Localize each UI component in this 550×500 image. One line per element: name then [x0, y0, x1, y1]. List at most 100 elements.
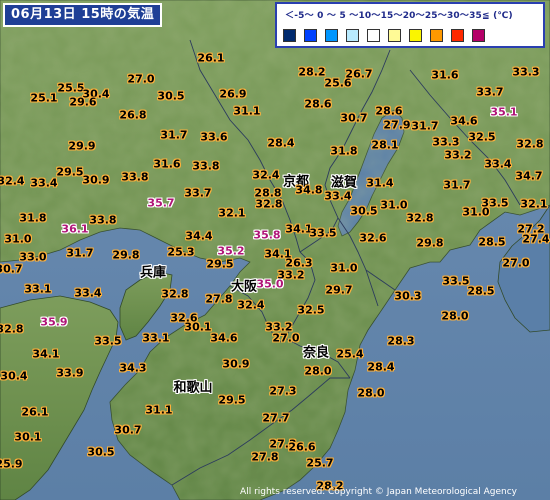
temp-station-25: 32.5 — [468, 130, 496, 144]
temp-station-10: 30.5 — [157, 89, 185, 103]
legend-swatch-row — [283, 29, 485, 42]
temp-station-119: 30.1 — [14, 430, 42, 444]
temp-station-58: 31.8 — [19, 211, 47, 225]
legend-swatch-30-to-35 — [451, 29, 464, 42]
temp-station-39: 32.4 — [252, 168, 280, 182]
temp-station-35: 33.4 — [484, 157, 512, 171]
temp-station-17: 28.6 — [375, 104, 403, 118]
temp-station-74: 29.8 — [112, 248, 140, 262]
temp-station-87: 30.3 — [394, 289, 422, 303]
temp-station-32: 33.2 — [444, 148, 472, 162]
temp-station-3: 31.6 — [431, 68, 459, 82]
legend-scale-text: ＜-5～ 0 ～ 5 ～10～15～20～25～30～35≦ (℃) — [285, 11, 513, 21]
temp-station-112: 28.4 — [367, 360, 395, 374]
temp-station-71: 31.7 — [66, 246, 94, 260]
temp-station-56: 32.8 — [406, 211, 434, 225]
temp-station-20: 27.9 — [383, 118, 411, 132]
temp-station-38: 33.8 — [121, 170, 149, 184]
temp-station-110: 30.9 — [222, 357, 250, 371]
temp-station-90: 27.8 — [205, 292, 233, 306]
temp-station-22: 34.6 — [450, 114, 478, 128]
temp-station-40: 34.7 — [515, 169, 543, 183]
temp-station-78: 30.7 — [0, 262, 23, 276]
temp-station-12: 25.6 — [324, 76, 352, 90]
temp-station-93: 35.9 — [40, 315, 68, 329]
temp-station-24: 33.6 — [200, 130, 228, 144]
temp-station-84: 33.1 — [24, 282, 52, 296]
prefecture-label-nara: 奈良 — [302, 345, 330, 361]
map-title: 06月13日 15時の気温 — [3, 3, 163, 27]
temp-station-92: 32.4 — [237, 298, 265, 312]
temp-station-4: 33.3 — [512, 65, 540, 79]
legend-swatch-20-to-25 — [409, 29, 422, 42]
temp-station-9: 29.6 — [69, 95, 97, 109]
temp-station-59: 33.8 — [89, 213, 117, 227]
temp-station-125: 30.5 — [87, 445, 115, 459]
temp-station-1: 27.0 — [127, 72, 155, 86]
temp-station-106: 25.4 — [336, 347, 364, 361]
temp-station-21: 31.7 — [411, 119, 439, 133]
temp-station-89: 33.4 — [74, 286, 102, 300]
temp-station-31: 31.8 — [330, 144, 358, 158]
temp-station-29: 33.3 — [432, 135, 460, 149]
temp-station-81: 27.0 — [502, 256, 530, 270]
prefecture-label-wakayama: 和歌山 — [173, 380, 213, 396]
temp-station-79: 29.5 — [206, 257, 234, 271]
temp-station-53: 32.1 — [218, 206, 246, 220]
temp-station-60: 35.8 — [253, 228, 281, 242]
temp-station-34: 33.8 — [192, 159, 220, 173]
temp-station-7: 28.2 — [298, 65, 326, 79]
prefecture-label-shiga: 滋賀 — [330, 175, 358, 191]
temperature-legend: ＜-5～ 0 ～ 5 ～10～15～20～25～30～35≦ (℃) — [275, 2, 545, 48]
copyright-notice: All rights reserved. Copyright © Japan M… — [240, 487, 517, 497]
temp-station-104: 34.1 — [32, 347, 60, 361]
legend-swatch-0-to-5 — [325, 29, 338, 42]
temp-station-70: 33.0 — [19, 250, 47, 264]
temp-station-57: 32.1 — [520, 197, 548, 211]
temp-station-69: 27.4 — [522, 232, 550, 246]
temp-station-23: 31.7 — [160, 128, 188, 142]
temp-station-98: 30.1 — [184, 320, 212, 334]
temp-station-11: 26.9 — [219, 87, 247, 101]
temp-station-19: 30.7 — [340, 111, 368, 125]
temp-station-61: 36.1 — [61, 222, 89, 236]
temp-station-103: 28.3 — [387, 334, 415, 348]
temp-station-96: 28.0 — [441, 309, 469, 323]
temp-station-66: 32.6 — [359, 231, 387, 245]
temp-station-6: 25.5 — [57, 81, 85, 95]
temp-station-30: 32.8 — [516, 137, 544, 151]
temp-station-105: 33.5 — [94, 334, 122, 348]
legend-swatch-5-to-10 — [346, 29, 359, 42]
temp-station-44: 33.7 — [184, 186, 212, 200]
temp-station-111: 28.0 — [304, 364, 332, 378]
legend-swatch-35-and-above — [472, 29, 485, 42]
temp-station-116: 27.3 — [269, 384, 297, 398]
temp-station-46: 34.8 — [295, 183, 323, 197]
temp-station-124: 25.7 — [306, 456, 334, 470]
temp-station-18: 35.1 — [490, 105, 518, 119]
temp-station-126: 27.8 — [251, 450, 279, 464]
temp-station-123: 26.6 — [288, 440, 316, 454]
prefecture-label-hyogo: 兵庫 — [139, 265, 167, 281]
temp-station-65: 31.0 — [4, 232, 32, 246]
awaji-island — [119, 271, 173, 341]
temp-station-86: 35.0 — [256, 277, 284, 291]
temp-station-37: 30.9 — [82, 173, 110, 187]
temp-station-49: 33.4 — [324, 189, 352, 203]
temp-station-54: 32.8 — [255, 197, 283, 211]
temp-station-91: 29.7 — [325, 283, 353, 297]
temp-station-114: 28.0 — [357, 386, 385, 400]
temp-station-28: 28.1 — [371, 138, 399, 152]
temp-station-52: 30.5 — [350, 204, 378, 218]
temp-station-14: 31.1 — [233, 104, 261, 118]
temp-station-13: 33.7 — [476, 85, 504, 99]
temp-station-55: 31.0 — [462, 205, 490, 219]
temp-station-115: 29.5 — [218, 393, 246, 407]
temp-station-68: 28.5 — [478, 235, 506, 249]
temp-station-15: 26.8 — [119, 108, 147, 122]
temp-station-122: 25.9 — [0, 457, 23, 471]
temp-station-75: 25.3 — [167, 245, 195, 259]
temp-station-41: 31.4 — [366, 176, 394, 190]
temp-station-47: 31.7 — [443, 178, 471, 192]
temp-station-73: 35.2 — [217, 244, 245, 258]
